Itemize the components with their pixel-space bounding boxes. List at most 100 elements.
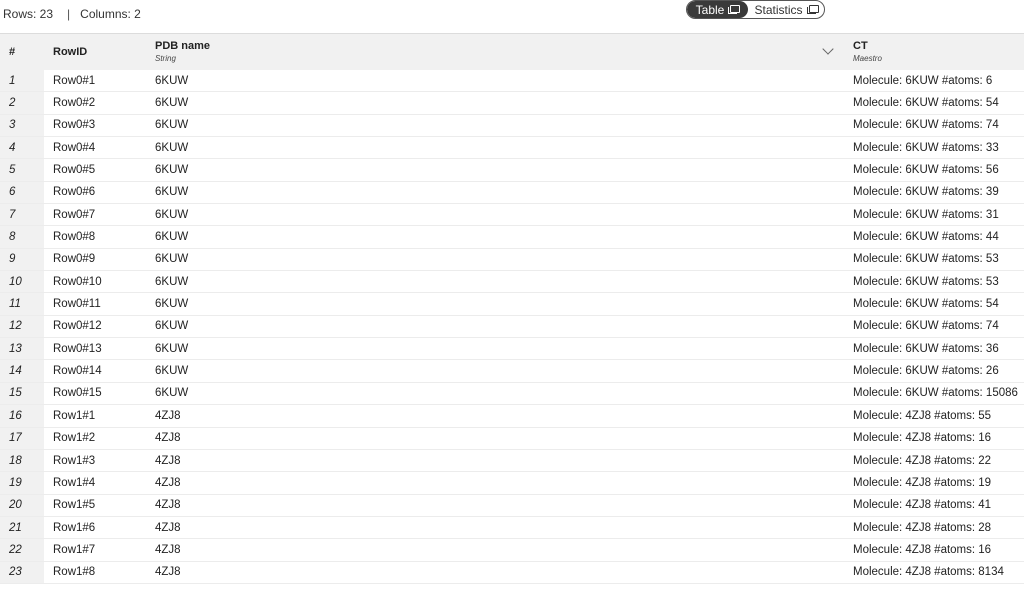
table-summary: Rows: 23 | Columns: 2 — [3, 7, 141, 21]
columns-count: Columns: 2 — [80, 7, 141, 21]
pdb-name-cell: 6KUW — [155, 320, 189, 333]
table-row[interactable]: 1 Row0#1 6KUW Molecule: 6KUW #atoms: 6 — [0, 70, 1024, 93]
ct-cell: Molecule: 4ZJ8 #atoms: 16 — [853, 543, 992, 556]
table-row[interactable]: 14 Row0#14 6KUW Molecule: 6KUW #atoms: 26 — [0, 360, 1024, 383]
row-id-cell: Row0#12 — [53, 320, 102, 333]
table-row[interactable]: 16 Row1#1 4ZJ8 Molecule: 4ZJ8 #atoms: 55 — [0, 405, 1024, 428]
table-row[interactable]: 18 Row1#3 4ZJ8 Molecule: 4ZJ8 #atoms: 22 — [0, 449, 1024, 473]
row-id-cell: Row0#2 — [53, 97, 96, 110]
table-row[interactable]: 5 Row0#5 6KUW Molecule: 6KUW #atoms: 56 — [0, 159, 1024, 182]
pdb-name-cell: 6KUW — [155, 275, 189, 288]
table-row[interactable]: 9 Row0#9 6KUW Molecule: 6KUW #atoms: 53 — [0, 248, 1024, 272]
row-id-cell: Row0#7 — [53, 208, 96, 221]
row-index: 18 — [0, 449, 44, 472]
chevron-down-icon[interactable] — [823, 46, 832, 55]
table-row[interactable]: 17 Row1#2 4ZJ8 Molecule: 4ZJ8 #atoms: 16 — [0, 427, 1024, 450]
pdb-name-cell: 4ZJ8 — [155, 432, 181, 445]
ct-cell: Molecule: 4ZJ8 #atoms: 16 — [853, 432, 992, 445]
ct-cell: Molecule: 4ZJ8 #atoms: 22 — [853, 454, 992, 467]
ct-cell: Molecule: 4ZJ8 #atoms: 41 — [853, 499, 992, 512]
ct-cell: Molecule: 6KUW #atoms: 54 — [853, 97, 999, 110]
table-row[interactable]: 23 Row1#8 4ZJ8 Molecule: 4ZJ8 #atoms: 8134 — [0, 561, 1024, 584]
ct-cell: Molecule: 6KUW #atoms: 6 — [853, 74, 993, 87]
column-header-ct-type: Maestro — [853, 54, 882, 63]
row-index: 9 — [0, 248, 44, 271]
ct-cell: Molecule: 6KUW #atoms: 39 — [853, 186, 999, 199]
column-header-pdb-name[interactable]: PDB name String — [155, 40, 210, 63]
pdb-name-cell: 6KUW — [155, 298, 189, 311]
table-view-button[interactable]: Table — [687, 1, 748, 18]
row-id-cell: Row0#10 — [53, 275, 102, 288]
row-index: 5 — [0, 159, 44, 181]
ct-cell: Molecule: 4ZJ8 #atoms: 8134 — [853, 566, 1004, 579]
statistics-view-button[interactable]: Statistics — [748, 1, 824, 18]
row-index: 20 — [0, 494, 44, 516]
row-index: 16 — [0, 405, 44, 427]
pdb-name-cell: 6KUW — [155, 119, 189, 132]
column-header-ct[interactable]: CT Maestro — [853, 40, 882, 63]
table-row[interactable]: 20 Row1#5 4ZJ8 Molecule: 4ZJ8 #atoms: 41 — [0, 494, 1024, 517]
column-header-ct-label: CT — [853, 40, 868, 52]
row-id-cell: Row1#6 — [53, 521, 96, 534]
row-index: 10 — [0, 271, 44, 293]
data-table: # RowID PDB name String CT Maestro 1 Row0… — [0, 33, 1024, 584]
table-body: 1 Row0#1 6KUW Molecule: 6KUW #atoms: 6 2 Row0… — [0, 70, 1024, 584]
ct-cell: Molecule: 6KUW #atoms: 31 — [853, 208, 999, 221]
table-row[interactable]: 21 Row1#6 4ZJ8 Molecule: 4ZJ8 #atoms: 28 — [0, 516, 1024, 540]
table-view-label: Table — [695, 2, 725, 17]
row-id-cell: Row0#8 — [53, 231, 96, 244]
pdb-name-cell: 4ZJ8 — [155, 409, 181, 422]
pdb-name-cell: 4ZJ8 — [155, 566, 181, 579]
ct-cell: Molecule: 6KUW #atoms: 44 — [853, 231, 999, 244]
table-row[interactable]: 10 Row0#10 6KUW Molecule: 6KUW #atoms: 53 — [0, 271, 1024, 294]
column-header-rowid[interactable]: RowID — [53, 46, 87, 58]
table-row[interactable]: 19 Row1#4 4ZJ8 Molecule: 4ZJ8 #atoms: 19 — [0, 472, 1024, 495]
table-row[interactable]: 11 Row0#11 6KUW Molecule: 6KUW #atoms: 54 — [0, 293, 1024, 316]
ct-cell: Molecule: 4ZJ8 #atoms: 28 — [853, 521, 992, 534]
row-id-cell: Row0#15 — [53, 387, 102, 400]
table-row[interactable]: 3 Row0#3 6KUW Molecule: 6KUW #atoms: 74 — [0, 114, 1024, 138]
table-info-bar: Rows: 23 | Columns: 2 Table Statistics — [0, 0, 1024, 32]
row-index: 21 — [0, 516, 44, 539]
statistics-view-label: Statistics — [754, 2, 803, 17]
row-id-cell: Row0#6 — [53, 186, 96, 199]
table-row[interactable]: 4 Row0#4 6KUW Molecule: 6KUW #atoms: 33 — [0, 137, 1024, 160]
pdb-name-cell: 6KUW — [155, 186, 189, 199]
pdb-name-cell: 6KUW — [155, 164, 189, 177]
pdb-name-cell: 6KUW — [155, 253, 189, 266]
pdb-name-cell: 6KUW — [155, 141, 189, 154]
row-id-cell: Row0#13 — [53, 342, 102, 355]
column-header-index: # — [9, 46, 16, 58]
ct-cell: Molecule: 4ZJ8 #atoms: 55 — [853, 409, 992, 422]
table-row[interactable]: 15 Row0#15 6KUW Molecule: 6KUW #atoms: 1508… — [0, 382, 1024, 406]
table-row[interactable]: 8 Row0#8 6KUW Molecule: 6KUW #atoms: 44 — [0, 226, 1024, 249]
row-id-cell: Row0#3 — [53, 119, 96, 132]
row-id-cell: Row0#9 — [53, 253, 96, 266]
row-id-cell: Row1#5 — [53, 499, 96, 512]
table-row[interactable]: 12 Row0#12 6KUW Molecule: 6KUW #atoms: 74 — [0, 315, 1024, 339]
row-index: 12 — [0, 315, 44, 338]
table-row[interactable]: 22 Row1#7 4ZJ8 Molecule: 4ZJ8 #atoms: 16 — [0, 539, 1024, 562]
row-id-cell: Row1#1 — [53, 409, 96, 422]
ct-cell: Molecule: 6KUW #atoms: 36 — [853, 342, 999, 355]
row-id-cell: Row0#5 — [53, 164, 96, 177]
pdb-name-cell: 6KUW — [155, 342, 189, 355]
pdb-name-cell: 6KUW — [155, 365, 189, 378]
row-index: 23 — [0, 561, 44, 583]
ct-cell: Molecule: 6KUW #atoms: 53 — [853, 253, 999, 266]
pdb-name-cell: 4ZJ8 — [155, 499, 181, 512]
pdb-name-cell: 4ZJ8 — [155, 521, 181, 534]
row-index: 22 — [0, 539, 44, 561]
view-toggle: Table Statistics — [686, 0, 825, 19]
table-row[interactable]: 13 Row0#13 6KUW Molecule: 6KUW #atoms: 36 — [0, 338, 1024, 361]
pdb-name-cell: 6KUW — [155, 387, 189, 400]
row-id-cell: Row1#8 — [53, 566, 96, 579]
ct-cell: Molecule: 6KUW #atoms: 54 — [853, 298, 999, 311]
column-header-pdb-label: PDB name — [155, 40, 211, 52]
row-index: 13 — [0, 338, 44, 360]
table-row[interactable]: 7 Row0#7 6KUW Molecule: 6KUW #atoms: 31 — [0, 204, 1024, 227]
row-id-cell: Row0#1 — [53, 74, 96, 87]
table-row[interactable]: 2 Row0#2 6KUW Molecule: 6KUW #atoms: 54 — [0, 92, 1024, 115]
row-id-cell: Row1#2 — [53, 432, 96, 445]
table-row[interactable]: 6 Row0#6 6KUW Molecule: 6KUW #atoms: 39 — [0, 181, 1024, 205]
